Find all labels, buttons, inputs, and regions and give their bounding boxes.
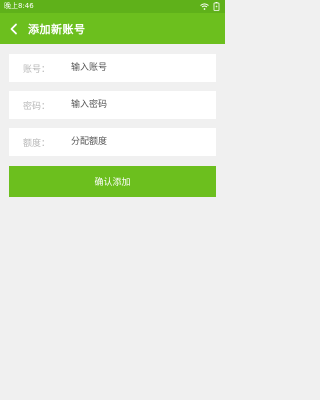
account-input[interactable] xyxy=(71,54,216,82)
status-time: 晚上8:46 xyxy=(4,2,34,10)
wifi-icon xyxy=(200,3,209,10)
battery-icon xyxy=(213,2,220,11)
back-button[interactable] xyxy=(0,13,28,44)
page-title: 添加新账号 xyxy=(28,22,86,36)
back-arrow-icon xyxy=(10,23,17,34)
account-label: 账号： xyxy=(23,64,51,75)
quota-label: 额度： xyxy=(23,138,51,149)
account-row: 账号： xyxy=(9,54,216,82)
app-bar: 添加新账号 xyxy=(0,13,225,44)
password-row: 密码： xyxy=(9,91,216,119)
status-icons xyxy=(200,2,221,11)
status-bar: 晚上8:46 xyxy=(0,0,225,13)
quota-input[interactable] xyxy=(71,128,216,156)
password-label: 密码： xyxy=(23,101,51,112)
quota-row: 额度： xyxy=(9,128,216,156)
password-input[interactable] xyxy=(71,91,216,119)
confirm-add-button[interactable]: 确认添加 xyxy=(9,166,216,197)
